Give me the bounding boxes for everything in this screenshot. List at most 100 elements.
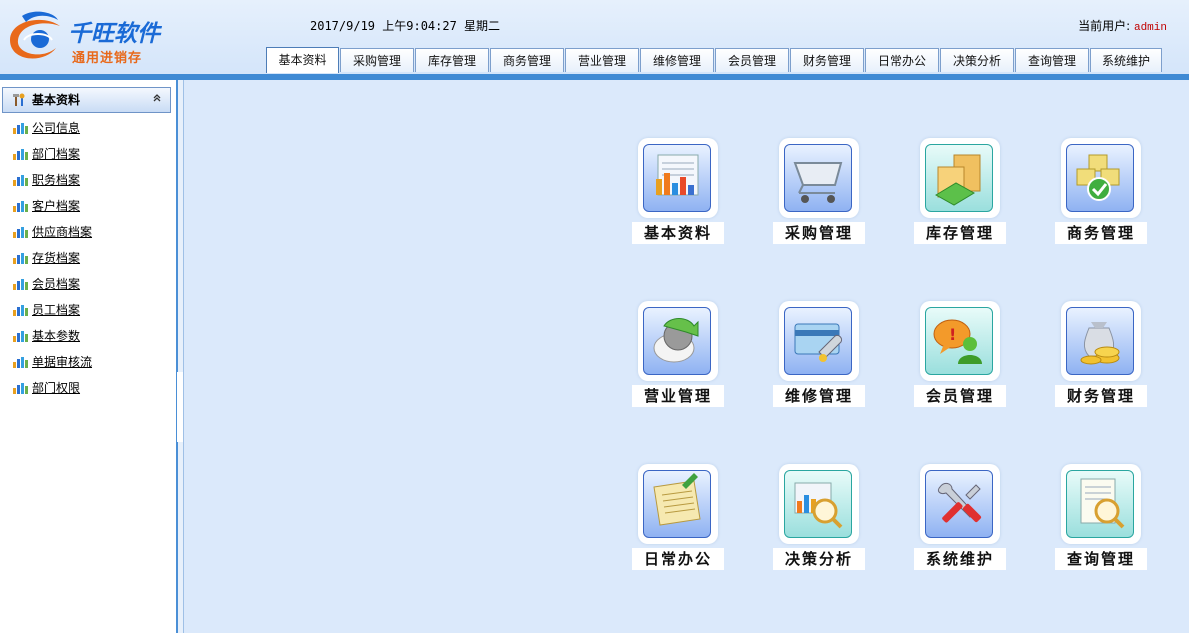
module-label: 商务管理	[1055, 222, 1147, 244]
sidebar-item-label[interactable]: 员工档案	[32, 300, 80, 320]
tab-query[interactable]: 查询管理	[1015, 48, 1089, 72]
sidebar-item-label[interactable]: 部门权限	[32, 378, 80, 398]
tab-operations[interactable]: 营业管理	[565, 48, 639, 72]
cubes-check-icon	[1076, 154, 1120, 201]
chart-folder-icon	[656, 154, 699, 196]
sidebar-item-label[interactable]: 供应商档案	[32, 222, 92, 242]
user-name: admin	[1133, 22, 1167, 34]
sidebar-item-stock-records[interactable]: 存货档案	[0, 248, 176, 274]
module-label: 财务管理	[1055, 385, 1147, 407]
module-business[interactable]: 商务管理	[1055, 138, 1149, 248]
module-label: 库存管理	[914, 222, 1006, 244]
current-datetime: 2017/9/19 上午9:04:27 星期二	[310, 17, 500, 34]
bar-chart-icon	[13, 279, 28, 290]
module-label: 系统维护	[914, 548, 1006, 570]
module-repair[interactable]: 维修管理	[773, 301, 867, 411]
logo-subtitle: 通用进销存	[72, 51, 143, 66]
sidebar: 基本资料 公司信息 部门档案 职务档案 客户档案 供应商档案 存货档案 会员档案…	[0, 80, 176, 633]
sidebar-item-customer-records[interactable]: 客户档案	[0, 196, 176, 222]
sidebar-item-basic-params[interactable]: 基本参数	[0, 326, 176, 352]
sidebar-title: 基本资料	[32, 93, 81, 107]
bar-chart-icon	[13, 227, 28, 238]
sidebar-item-position-records[interactable]: 职务档案	[0, 170, 176, 196]
sidebar-item-label[interactable]: 单据审核流	[32, 352, 92, 372]
module-label: 会员管理	[914, 385, 1006, 407]
module-basic-info[interactable]: 基本资料	[632, 138, 726, 248]
recycle-globe-icon	[653, 318, 699, 363]
module-label: 查询管理	[1055, 548, 1147, 570]
sidebar-item-label[interactable]: 客户档案	[32, 196, 80, 216]
card-wrench-icon	[794, 323, 842, 362]
module-grid: 基本资料 采购管理 库存管理 商务管理 营业管理 维修管理 ! 会员管理 财务管…	[184, 80, 1189, 633]
datetime-text: 2017/9/19 上午9:04:27 星期二	[310, 19, 501, 33]
tab-purchase[interactable]: 采购管理	[340, 48, 414, 72]
sidebar-item-employee-records[interactable]: 员工档案	[0, 300, 176, 326]
bar-chart-icon	[13, 201, 28, 212]
bar-chart-icon	[13, 383, 28, 394]
tab-business[interactable]: 商务管理	[490, 48, 564, 72]
module-label: 采购管理	[773, 222, 865, 244]
sidebar-item-label[interactable]: 会员档案	[32, 274, 80, 294]
module-label: 营业管理	[632, 385, 724, 407]
sidebar-item-member-records[interactable]: 会员档案	[0, 274, 176, 300]
document-search-icon	[1080, 478, 1125, 529]
sidebar-item-label[interactable]: 部门档案	[32, 144, 80, 164]
warehouse-boxes-icon	[935, 154, 981, 206]
sidebar-header[interactable]: 基本资料	[2, 87, 171, 113]
sidebar-item-label[interactable]: 存货档案	[32, 248, 80, 268]
svg-text:!: !	[949, 325, 956, 344]
module-office[interactable]: 日常办公	[632, 464, 726, 574]
logo-brand-text: 千旺软件	[68, 21, 160, 47]
module-label: 基本资料	[632, 222, 724, 244]
tab-basic-info[interactable]: 基本资料	[266, 47, 339, 73]
member-chat-icon: !	[933, 319, 982, 364]
sidebar-menu: 公司信息 部门档案 职务档案 客户档案 供应商档案 存货档案 会员档案 员工档案…	[0, 118, 176, 404]
sidebar-item-supplier-records[interactable]: 供应商档案	[0, 222, 176, 248]
module-query[interactable]: 查询管理	[1055, 464, 1149, 574]
bar-chart-icon	[13, 253, 28, 264]
user-label: 当前用户:	[1078, 19, 1131, 33]
sidebar-item-dept-records[interactable]: 部门档案	[0, 144, 176, 170]
sidebar-splitter[interactable]	[176, 80, 184, 633]
bar-chart-icon	[13, 305, 28, 316]
sidebar-item-dept-permissions[interactable]: 部门权限	[0, 378, 176, 404]
module-member[interactable]: ! 会员管理	[914, 301, 1008, 411]
tab-repair[interactable]: 维修管理	[640, 48, 714, 72]
sidebar-item-label[interactable]: 职务档案	[32, 170, 80, 190]
module-system[interactable]: 系统维护	[914, 464, 1008, 574]
tab-inventory[interactable]: 库存管理	[415, 48, 489, 72]
sidebar-item-approval-flow[interactable]: 单据审核流	[0, 352, 176, 378]
sidebar-item-company-info[interactable]: 公司信息	[0, 118, 176, 144]
tab-system[interactable]: 系统维护	[1090, 48, 1162, 72]
analysis-magnifier-icon	[794, 482, 843, 529]
tab-finance[interactable]: 财务管理	[790, 48, 864, 72]
module-label: 决策分析	[773, 548, 865, 570]
sidebar-item-label[interactable]: 基本参数	[32, 326, 80, 346]
splitter-handle[interactable]	[177, 372, 183, 442]
tab-office[interactable]: 日常办公	[865, 48, 939, 72]
app-logo: 千旺软件 通用进销存	[4, 6, 174, 66]
money-bag-icon	[1080, 322, 1120, 365]
module-label: 维修管理	[773, 385, 865, 407]
module-purchase[interactable]: 采购管理	[773, 138, 867, 248]
bar-chart-icon	[13, 149, 28, 160]
tools-small-icon	[13, 93, 25, 106]
module-analysis[interactable]: 决策分析	[773, 464, 867, 574]
shopping-cart-icon	[793, 162, 843, 203]
module-inventory[interactable]: 库存管理	[914, 138, 1008, 248]
module-operations[interactable]: 营业管理	[632, 301, 726, 411]
module-finance[interactable]: 财务管理	[1055, 301, 1149, 411]
bar-chart-icon	[13, 357, 28, 368]
main-tabs: 基本资料 采购管理 库存管理 商务管理 营业管理 维修管理 会员管理 财务管理 …	[266, 47, 1163, 74]
tab-member[interactable]: 会员管理	[715, 48, 789, 72]
module-label: 日常办公	[632, 548, 724, 570]
sidebar-item-label[interactable]: 公司信息	[32, 118, 80, 138]
bar-chart-icon	[13, 331, 28, 342]
notebook-icon	[653, 473, 701, 526]
current-user: 当前用户: admin	[1078, 17, 1167, 34]
bar-chart-icon	[13, 123, 28, 134]
app-header: 千旺软件 通用进销存 2017/9/19 上午9:04:27 星期二 当前用户:…	[0, 0, 1189, 74]
collapse-up-icon[interactable]	[152, 88, 162, 112]
tab-analysis[interactable]: 决策分析	[940, 48, 1014, 72]
bar-chart-icon	[13, 175, 28, 186]
